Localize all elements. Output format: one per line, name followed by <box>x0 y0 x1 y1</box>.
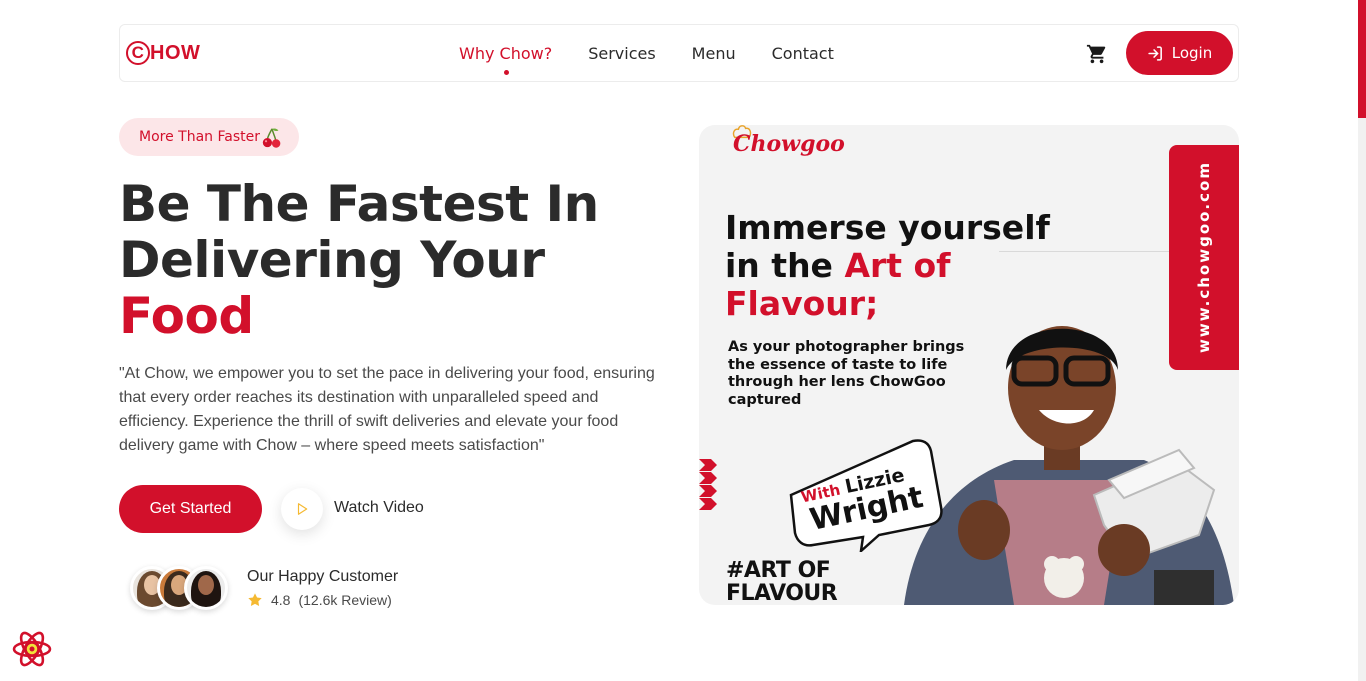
promo-headline: Immerse yourself in the Art of Flavour; <box>725 209 1065 323</box>
sign-in-icon <box>1148 45 1162 61</box>
watch-video-button[interactable] <box>281 488 323 530</box>
logo-text: HOW <box>150 41 201 64</box>
promo-brand: Chowgoo <box>733 131 845 157</box>
login-label: Login <box>1171 44 1213 62</box>
hero-description: "At Chow, we empower you to set the pace… <box>119 365 655 454</box>
tag-label: More Than Faster <box>139 129 260 145</box>
promo-headline-2: in the <box>725 246 845 285</box>
star-icon <box>248 593 262 607</box>
brand-logo[interactable]: C HOW <box>126 41 200 65</box>
hero-title-line1: Be The Fastest In <box>119 175 599 233</box>
chevron-stripes-icon <box>699 459 717 510</box>
play-icon <box>297 503 308 515</box>
nav-contact[interactable]: Contact <box>772 44 834 63</box>
speech-bubble-text: With Lizzie Wright <box>783 437 943 552</box>
watch-video-label[interactable]: Watch Video <box>334 499 424 517</box>
cherry-icon <box>262 128 281 148</box>
promo-headline-red-1: Art of <box>844 246 951 285</box>
review-count: (12.6k Review) <box>298 592 392 608</box>
react-devtools-icon[interactable] <box>12 629 52 669</box>
rating-value: 4.8 <box>271 592 291 608</box>
promo-image-card: Chowgoo Immerse yourself in the Art of F… <box>699 125 1239 605</box>
main-nav: Why Chow? Services Menu Contact <box>459 44 834 75</box>
hero-title-line2: Delivering Your <box>119 231 545 289</box>
nav-menu[interactable]: Menu <box>692 44 736 63</box>
customer-avatars <box>130 566 230 614</box>
logo-c-mark: C <box>126 41 150 65</box>
cart-icon[interactable] <box>1086 43 1108 65</box>
nav-services[interactable]: Services <box>588 44 655 63</box>
avatar <box>184 566 228 610</box>
nav-why-chow[interactable]: Why Chow? <box>459 44 552 75</box>
promo-headline-red-2: Flavour; <box>725 284 879 323</box>
hero-title-accent: Food <box>119 287 254 345</box>
get-started-button[interactable]: Get Started <box>119 485 262 533</box>
hero-title: Be The Fastest In Delivering Your Food <box>119 176 679 344</box>
promo-hashtag-2: FLAVOUR <box>726 581 838 605</box>
happy-customer-label: Our Happy Customer <box>247 568 399 585</box>
scrollbar-thumb[interactable] <box>1358 0 1366 118</box>
page-scrollbar[interactable] <box>1358 0 1366 681</box>
tag-pill: More Than Faster <box>119 118 299 156</box>
promo-hashtag: #ART OF FLAVOUR <box>726 559 866 605</box>
login-button[interactable]: Login <box>1126 31 1233 75</box>
rating-row: 4.8 (12.6k Review) <box>247 592 392 608</box>
navbar: C HOW Why Chow? Services Menu Contact Log… <box>119 24 1239 82</box>
promo-hashtag-1: #ART OF <box>726 558 831 583</box>
promo-headline-1: Immerse yourself <box>725 208 1050 247</box>
photographer-illustration <box>904 326 1234 605</box>
